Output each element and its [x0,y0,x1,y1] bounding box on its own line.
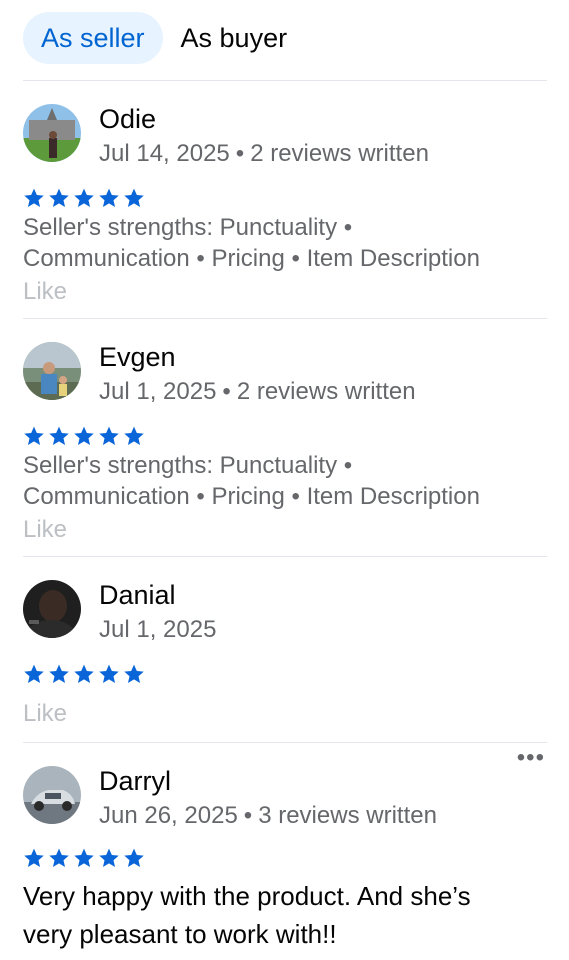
review-tabs: As seller As buyer [23,12,305,64]
review-text-line: Seller's strengths: Punctuality • [23,214,353,241]
star-icon [73,187,95,209]
review-date: Jul 1, 2025 [99,378,217,405]
star-rating [23,425,145,447]
star-icon [123,425,145,447]
tab-as-buyer[interactable]: As buyer [163,12,306,64]
more-options-icon[interactable]: ••• [517,744,545,772]
like-button[interactable]: Like [23,516,67,544]
avatar[interactable] [23,104,81,162]
star-icon [73,847,95,869]
avatar[interactable] [23,342,81,400]
star-icon [23,425,45,447]
divider [23,80,547,81]
reviews-written-count[interactable]: 3 reviews written [258,802,437,829]
reviewer-name[interactable]: Evgen [99,342,176,373]
star-icon [123,847,145,869]
avatar[interactable] [23,766,81,824]
star-icon [48,187,70,209]
star-icon [48,847,70,869]
reviewer-name[interactable]: Darryl [99,766,171,797]
review-text: Very happy with the product. And she’s v… [23,877,547,953]
star-icon [73,663,95,685]
review-text-line: Very happy with the product. And she’s [23,881,471,911]
review-text-line: Seller's strengths: Punctuality • [23,452,353,479]
review-meta: Jun 26, 2025 • 3 reviews written [99,802,437,829]
star-icon [123,187,145,209]
review-text-line: Communication • Pricing • Item Descripti… [23,483,480,510]
avatar[interactable] [23,580,81,638]
review-text: Seller's strengths: Punctuality • Commun… [23,450,547,512]
reviews-written-count[interactable]: 2 reviews written [237,378,416,405]
star-icon [23,663,45,685]
star-icon [48,663,70,685]
star-icon [98,187,120,209]
like-button[interactable]: Like [23,700,67,728]
review-meta: Jul 1, 2025 • 2 reviews written [99,378,416,405]
star-rating [23,847,145,869]
star-icon [48,425,70,447]
reviewer-name[interactable]: Danial [99,580,176,611]
review-text-line: Communication • Pricing • Item Descripti… [23,245,480,272]
divider [23,556,547,557]
review-meta: Jul 14, 2025 • 2 reviews written [99,140,429,167]
star-rating [23,187,145,209]
review-date: Jun 26, 2025 [99,802,238,829]
star-icon [23,187,45,209]
divider [23,318,547,319]
star-icon [98,425,120,447]
reviews-written-count[interactable]: 2 reviews written [250,140,429,167]
review-text: Seller's strengths: Punctuality • Commun… [23,212,547,274]
tab-as-seller[interactable]: As seller [23,12,163,64]
star-icon [73,425,95,447]
star-rating [23,663,145,685]
divider [23,742,547,743]
like-button[interactable]: Like [23,278,67,306]
review-date: Jul 14, 2025 [99,140,230,167]
star-icon [23,847,45,869]
review-date: Jul 1, 2025 [99,616,217,643]
reviewer-name[interactable]: Odie [99,104,156,135]
star-icon [98,663,120,685]
star-icon [123,663,145,685]
review-text-line: very pleasant to work with!! [23,919,337,949]
review-meta: Jul 1, 2025 [99,616,216,644]
star-icon [98,847,120,869]
